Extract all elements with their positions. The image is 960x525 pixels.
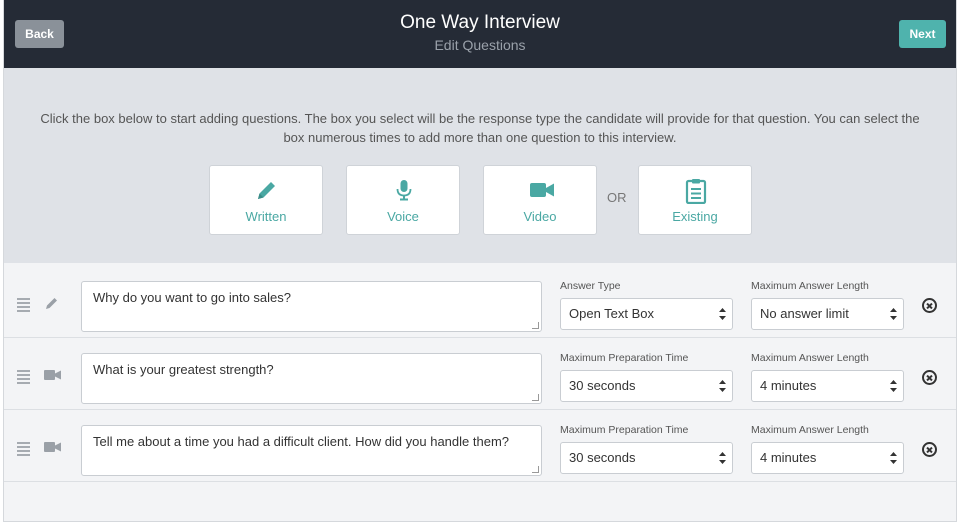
remove-question-icon[interactable] bbox=[922, 370, 937, 385]
page-title: One Way Interview bbox=[400, 12, 560, 33]
video-tile[interactable]: Video bbox=[483, 165, 597, 235]
next-button[interactable]: Next bbox=[899, 20, 946, 48]
instructions-text: Click the box below to start adding ques… bbox=[40, 111, 920, 145]
max-answer-length-select[interactable]: No answer limit bbox=[751, 298, 904, 330]
max-preparation-time-select[interactable]: 30 seconds bbox=[560, 370, 733, 402]
remove-question-icon[interactable] bbox=[922, 298, 937, 313]
max-preparation-time-label: Maximum Preparation Time bbox=[560, 424, 689, 436]
select-arrows-icon bbox=[719, 452, 726, 464]
existing-tile-label: Existing bbox=[672, 209, 718, 224]
answer-type-label: Answer Type bbox=[560, 280, 621, 292]
written-tile-label: Written bbox=[245, 209, 287, 224]
max-answer-length-value: No answer limit bbox=[760, 306, 849, 321]
video-tile-label: Video bbox=[523, 209, 557, 224]
resize-grip[interactable] bbox=[532, 394, 539, 401]
max-preparation-time-label: Maximum Preparation Time bbox=[560, 352, 689, 364]
answer-type-select[interactable]: Open Text Box bbox=[560, 298, 733, 330]
clipboard-icon bbox=[685, 179, 707, 204]
page-subtitle: Edit Questions bbox=[434, 37, 526, 53]
max-answer-length-value: 4 minutes bbox=[760, 378, 817, 393]
select-arrows-icon bbox=[719, 380, 726, 392]
microphone-icon bbox=[396, 180, 412, 201]
pencil-icon bbox=[46, 298, 57, 309]
question-text: Tell me about a time you had a difficult… bbox=[93, 434, 509, 449]
drag-handle-icon[interactable] bbox=[17, 442, 30, 458]
select-arrows-icon bbox=[890, 308, 897, 320]
question-text: Why do you want to go into sales? bbox=[93, 290, 292, 305]
max-preparation-time-value: 30 seconds bbox=[569, 378, 636, 393]
question-row: Why do you want to go into sales? Answer… bbox=[4, 266, 956, 338]
select-arrows-icon bbox=[719, 308, 726, 320]
select-arrows-icon bbox=[890, 452, 897, 464]
or-separator: OR bbox=[607, 190, 627, 205]
select-arrows-icon bbox=[890, 380, 897, 392]
remove-question-icon[interactable] bbox=[922, 442, 937, 457]
video-camera-icon bbox=[530, 183, 554, 197]
video-camera-icon bbox=[44, 370, 61, 380]
question-row: Tell me about a time you had a difficult… bbox=[4, 410, 956, 482]
top-bar: Back One Way Interview Edit Questions Ne… bbox=[4, 0, 956, 68]
drag-handle-icon[interactable] bbox=[17, 298, 30, 314]
question-row: What is your greatest strength? Maximum … bbox=[4, 338, 956, 410]
max-answer-length-select[interactable]: 4 minutes bbox=[751, 442, 904, 474]
max-answer-length-value: 4 minutes bbox=[760, 450, 817, 465]
max-preparation-time-value: 30 seconds bbox=[569, 450, 636, 465]
drag-handle-icon[interactable] bbox=[17, 370, 30, 386]
question-text-input[interactable]: Tell me about a time you had a difficult… bbox=[81, 425, 542, 476]
answer-type-value: Open Text Box bbox=[569, 306, 655, 321]
max-answer-length-label: Maximum Answer Length bbox=[751, 352, 869, 364]
resize-grip[interactable] bbox=[532, 466, 539, 473]
question-type-chooser: Click the box below to start adding ques… bbox=[4, 68, 956, 263]
question-text-input[interactable]: Why do you want to go into sales? bbox=[81, 281, 542, 332]
interview-editor: Back One Way Interview Edit Questions Ne… bbox=[3, 0, 957, 522]
existing-tile[interactable]: Existing bbox=[638, 165, 752, 235]
voice-tile[interactable]: Voice bbox=[346, 165, 460, 235]
video-camera-icon bbox=[44, 442, 61, 452]
max-answer-length-select[interactable]: 4 minutes bbox=[751, 370, 904, 402]
max-answer-length-label: Maximum Answer Length bbox=[751, 424, 869, 436]
max-preparation-time-select[interactable]: 30 seconds bbox=[560, 442, 733, 474]
question-text-input[interactable]: What is your greatest strength? bbox=[81, 353, 542, 404]
max-answer-length-label: Maximum Answer Length bbox=[751, 280, 869, 292]
voice-tile-label: Voice bbox=[387, 209, 419, 224]
pencil-icon bbox=[258, 182, 275, 199]
resize-grip[interactable] bbox=[532, 322, 539, 329]
written-tile[interactable]: Written bbox=[209, 165, 323, 235]
question-text: What is your greatest strength? bbox=[93, 362, 274, 377]
